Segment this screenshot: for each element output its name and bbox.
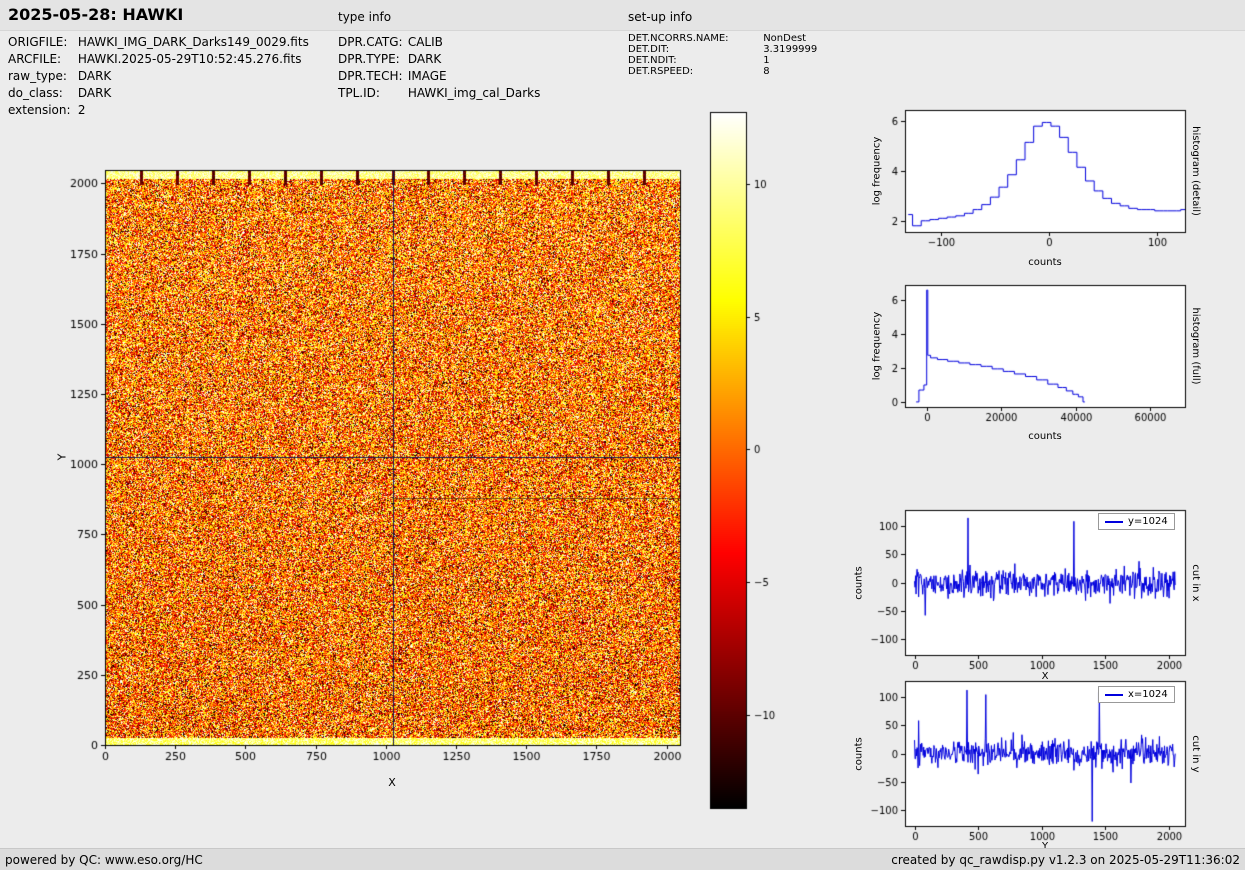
hist-detail-canvas: [855, 106, 1200, 256]
info-value: CALIB: [408, 35, 443, 49]
info-label: DPR.TECH:: [338, 68, 404, 85]
hist-full-ylabel: log frequency: [872, 312, 883, 381]
info-label: ARCFILE:: [8, 51, 74, 68]
info-value: HAWKI.2025-05-29T10:52:45.276.fits: [78, 52, 302, 66]
info-label: DPR.TYPE:: [338, 51, 404, 68]
setup-info-heading: set-up info: [628, 10, 692, 24]
hist-full-canvas: [855, 281, 1200, 431]
detector-image-canvas: [40, 150, 700, 795]
legend-line-icon: [1105, 521, 1123, 523]
legend-line-icon: [1105, 694, 1123, 696]
setup-info-block: DET.NCORRS.NAME: NonDest DET.DIT: 3.3199…: [628, 33, 817, 77]
info-value: 2: [78, 103, 86, 117]
type-info-heading: type info: [338, 10, 391, 24]
info-row-dpr-tech: DPR.TECH: IMAGE: [338, 68, 540, 85]
info-label: TPL.ID:: [338, 85, 404, 102]
main-plot-xlabel: X: [388, 776, 396, 789]
info-label: DET.RSPEED:: [628, 66, 760, 77]
info-row-arcfile: ARCFILE: HAWKI.2025-05-29T10:52:45.276.f…: [8, 51, 309, 68]
hist-full-side-title: histogram (full): [1190, 307, 1201, 384]
footer-created-by: created by qc_rawdisp.py v1.2.3 on 2025-…: [891, 853, 1240, 867]
footer-powered-by: powered by QC: www.eso.org/HC: [5, 853, 203, 867]
footer: powered by QC: www.eso.org/HC created by…: [0, 848, 1245, 870]
file-info-block: ORIGFILE: HAWKI_IMG_DARK_Darks149_0029.f…: [8, 34, 309, 119]
cut-y-side-title: cut in y: [1190, 735, 1201, 772]
info-row-origfile: ORIGFILE: HAWKI_IMG_DARK_Darks149_0029.f…: [8, 34, 309, 51]
info-row-tpl-id: TPL.ID: HAWKI_img_cal_Darks: [338, 85, 540, 102]
info-row-dpr-type: DPR.TYPE: DARK: [338, 51, 540, 68]
cut-x-legend-label: y=1024: [1128, 516, 1168, 527]
info-label: ORIGFILE:: [8, 34, 74, 51]
colorbar-canvas: [706, 110, 796, 814]
info-label: DET.NDIT:: [628, 55, 760, 66]
cut-x-legend: y=1024: [1098, 513, 1175, 530]
info-value: DARK: [78, 69, 111, 83]
header: 2025-05-28: HAWKI type info set-up info: [0, 0, 1245, 31]
info-row-dit: DET.DIT: 3.3199999: [628, 44, 817, 55]
cut-x-side-title: cut in x: [1190, 564, 1201, 601]
main-plot-ylabel: Y: [56, 454, 69, 461]
info-row-ncorrs: DET.NCORRS.NAME: NonDest: [628, 33, 817, 44]
info-row-dpr-catg: DPR.CATG: CALIB: [338, 34, 540, 51]
info-value: DARK: [78, 86, 111, 100]
info-label: raw_type:: [8, 68, 74, 85]
cut-y-legend-label: x=1024: [1128, 689, 1168, 700]
hist-detail-ylabel: log frequency: [872, 137, 883, 206]
hist-full-xlabel: counts: [1028, 431, 1061, 442]
info-label: do_class:: [8, 85, 74, 102]
type-info-block: DPR.CATG: CALIB DPR.TYPE: DARK DPR.TECH:…: [338, 34, 540, 102]
info-label: DET.DIT:: [628, 44, 760, 55]
info-value: 8: [763, 66, 769, 77]
cut-y-legend: x=1024: [1098, 686, 1175, 703]
info-row-do-class: do_class: DARK: [8, 85, 309, 102]
info-label: DET.NCORRS.NAME:: [628, 33, 760, 44]
info-value: HAWKI_img_cal_Darks: [408, 86, 541, 100]
cut-x-canvas: [855, 506, 1200, 674]
info-value: DARK: [408, 52, 441, 66]
info-value: NonDest: [763, 33, 806, 44]
page-title: 2025-05-28: HAWKI: [8, 5, 183, 24]
info-value: 1: [763, 55, 769, 66]
info-row-rspeed: DET.RSPEED: 8: [628, 66, 817, 77]
cut-x-ylabel: counts: [854, 566, 865, 599]
cut-y-ylabel: counts: [854, 737, 865, 770]
hist-detail-side-title: histogram (detail): [1190, 126, 1201, 216]
info-label: DPR.CATG:: [338, 34, 404, 51]
info-value: HAWKI_IMG_DARK_Darks149_0029.fits: [78, 35, 309, 49]
info-row-ndit: DET.NDIT: 1: [628, 55, 817, 66]
info-value: 3.3199999: [763, 44, 817, 55]
info-row-raw-type: raw_type: DARK: [8, 68, 309, 85]
info-label: extension:: [8, 102, 74, 119]
info-value: IMAGE: [408, 69, 447, 83]
info-row-extension: extension: 2: [8, 102, 309, 119]
hist-detail-xlabel: counts: [1028, 257, 1061, 268]
qc-report-page: 2025-05-28: HAWKI type info set-up info …: [0, 0, 1245, 870]
